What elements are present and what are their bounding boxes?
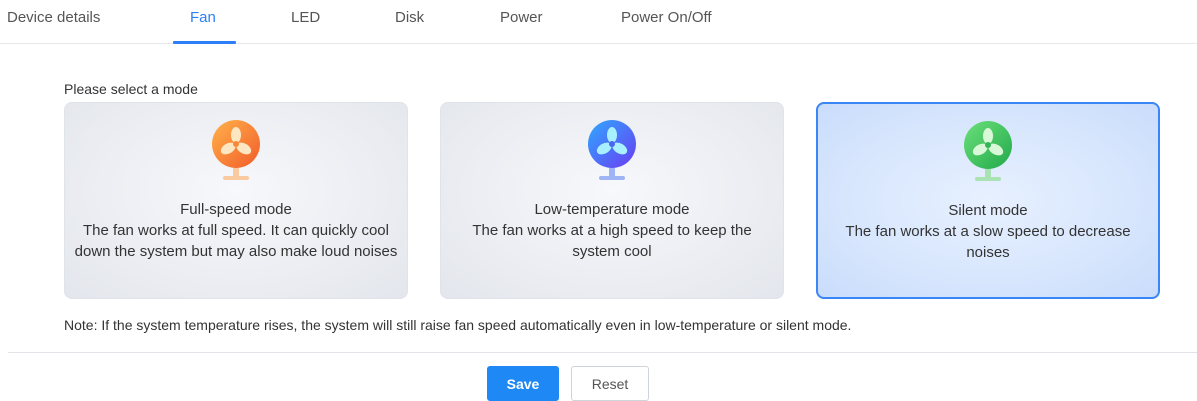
tab-power-on-off[interactable]: Power On/Off (621, 9, 712, 26)
fan-speed-note: Note: If the system temperature rises, t… (64, 317, 852, 333)
active-tab-indicator (173, 41, 236, 44)
tab-disk[interactable]: Disk (395, 9, 424, 26)
tab-bar: Device details Fan LED Disk Power Power … (0, 0, 1197, 44)
mode-title: Low-temperature mode (534, 201, 690, 218)
fan-green-icon (964, 121, 1012, 181)
mode-card-low-temperature[interactable]: Low-temperature mode The fan works at a … (440, 102, 784, 299)
mode-title: Silent mode (948, 202, 1028, 219)
mode-description: The fan works at a high speed to keep th… (472, 222, 752, 260)
footer-divider (8, 352, 1197, 353)
tab-led[interactable]: LED (291, 9, 320, 26)
tab-fan[interactable]: Fan (190, 9, 216, 26)
mode-prompt: Please select a mode (64, 81, 198, 97)
mode-title: Full-speed mode (180, 201, 292, 218)
mode-card-full-speed[interactable]: Full-speed mode The fan works at full sp… (64, 102, 408, 299)
tab-power[interactable]: Power (500, 9, 543, 26)
fan-orange-icon (212, 120, 260, 180)
mode-card-silent[interactable]: Silent mode The fan works at a slow spee… (816, 102, 1160, 299)
save-button[interactable]: Save (487, 366, 559, 401)
mode-description: The fan works at a slow speed to decreas… (845, 223, 1131, 261)
tab-device-details[interactable]: Device details (7, 9, 100, 26)
fan-blue-icon (588, 120, 636, 180)
reset-button[interactable]: Reset (571, 366, 649, 401)
mode-description: The fan works at full speed. It can quic… (74, 222, 398, 260)
